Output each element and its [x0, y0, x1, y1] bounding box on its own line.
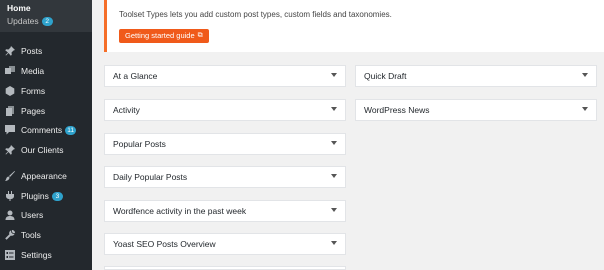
- widget-title: Yoast SEO Posts Overview: [113, 239, 216, 249]
- user-icon: [4, 209, 16, 221]
- external-link-icon: ⧉: [197, 32, 203, 39]
- getting-started-button[interactable]: Getting started guide ⧉: [119, 29, 209, 43]
- toggle-arrow-icon[interactable]: [331, 141, 337, 145]
- widget-activity[interactable]: Activity: [104, 99, 346, 121]
- sidebar-item-label: Comments: [21, 125, 63, 135]
- widget-wordfence-activity[interactable]: Wordfence activity in the past week: [104, 200, 346, 222]
- update-count-badge: 2: [41, 16, 53, 26]
- widget-title: Daily Popular Posts: [113, 172, 188, 182]
- widget-daily-popular-posts[interactable]: Daily Popular Posts: [104, 166, 346, 188]
- widget-popular-posts[interactable]: Popular Posts: [104, 133, 346, 155]
- sidebar-item-label: Plugins: [21, 191, 49, 201]
- widget-title: Popular Posts: [113, 139, 166, 149]
- widget-title: WordPress News: [364, 105, 430, 115]
- widget-yoast-seo-posts-overview[interactable]: Yoast SEO Posts Overview: [104, 233, 346, 255]
- toggle-arrow-icon[interactable]: [331, 73, 337, 77]
- toggle-arrow-icon[interactable]: [582, 107, 588, 111]
- comment-icon: [4, 124, 16, 136]
- toggle-arrow-icon[interactable]: [331, 107, 337, 111]
- widget-title: At a Glance: [113, 71, 158, 81]
- widget-at-a-glance[interactable]: At a Glance: [104, 65, 346, 87]
- notice-message: Toolset Types lets you add custom post t…: [119, 10, 392, 19]
- sidebar-item-label: Tools: [21, 230, 41, 240]
- sidebar-item-label: Users: [21, 210, 44, 220]
- toggle-arrow-icon[interactable]: [331, 208, 337, 212]
- toolset-notice: Toolset Types lets you add custom post t…: [104, 0, 604, 52]
- button-label: Getting started guide: [125, 31, 195, 40]
- plugin-update-badge: 3: [51, 191, 63, 201]
- pages-icon: [4, 105, 16, 117]
- toggle-arrow-icon[interactable]: [331, 241, 337, 245]
- sidebar-item-appearance[interactable]: Appearance: [0, 167, 92, 185]
- sidebar-item-pages[interactable]: Pages: [0, 102, 92, 120]
- sidebar-item-label: Pages: [21, 106, 46, 116]
- sidebar-item-tools[interactable]: Tools: [0, 226, 92, 244]
- sidebar-item-label: Our Clients: [21, 145, 64, 155]
- sidebar-item-label: Updates: [7, 16, 39, 26]
- sidebar-item-label: Posts: [21, 46, 43, 56]
- sidebar-item-home[interactable]: Home: [0, 2, 92, 14]
- sidebar-item-label: Media: [21, 66, 45, 76]
- pin-icon: [4, 45, 16, 57]
- sidebar-item-label: Forms: [21, 86, 46, 96]
- sidebar-item-updates[interactable]: Updates 2: [0, 14, 92, 28]
- plugin-icon: [4, 190, 16, 202]
- pin-icon: [4, 144, 16, 156]
- sidebar-item-comments[interactable]: Comments 11: [0, 121, 92, 139]
- widget-wordpress-news[interactable]: WordPress News: [355, 99, 597, 121]
- sidebar-item-label: Appearance: [21, 171, 67, 181]
- settings-icon: [4, 249, 16, 261]
- dashboard-submenu: Home Updates 2: [0, 0, 92, 32]
- sidebar-item-label: Settings: [21, 250, 52, 260]
- sidebar-item-posts[interactable]: Posts: [0, 42, 92, 60]
- wrench-icon: [4, 229, 16, 241]
- sidebar-item-media[interactable]: Media: [0, 62, 92, 80]
- sidebar-item-users[interactable]: Users: [0, 206, 92, 224]
- sidebar-item-plugins[interactable]: Plugins 3: [0, 187, 92, 205]
- comment-count-badge: 11: [65, 125, 77, 135]
- widget-title: Wordfence activity in the past week: [113, 206, 247, 216]
- widget-title: Activity: [113, 105, 140, 115]
- forms-icon: [4, 85, 16, 97]
- sidebar-item-forms[interactable]: Forms: [0, 82, 92, 100]
- toggle-arrow-icon[interactable]: [582, 73, 588, 77]
- widget-quick-draft[interactable]: Quick Draft: [355, 65, 597, 87]
- admin-sidebar: Home Updates 2 Posts Media Forms Pages C…: [0, 0, 92, 270]
- widget-partial: [104, 266, 346, 270]
- sidebar-item-settings[interactable]: Settings: [0, 246, 92, 264]
- sidebar-item-our-clients[interactable]: Our Clients: [0, 141, 92, 159]
- toggle-arrow-icon[interactable]: [331, 174, 337, 178]
- widget-title: Quick Draft: [364, 71, 407, 81]
- media-icon: [4, 65, 16, 77]
- brush-icon: [4, 170, 16, 182]
